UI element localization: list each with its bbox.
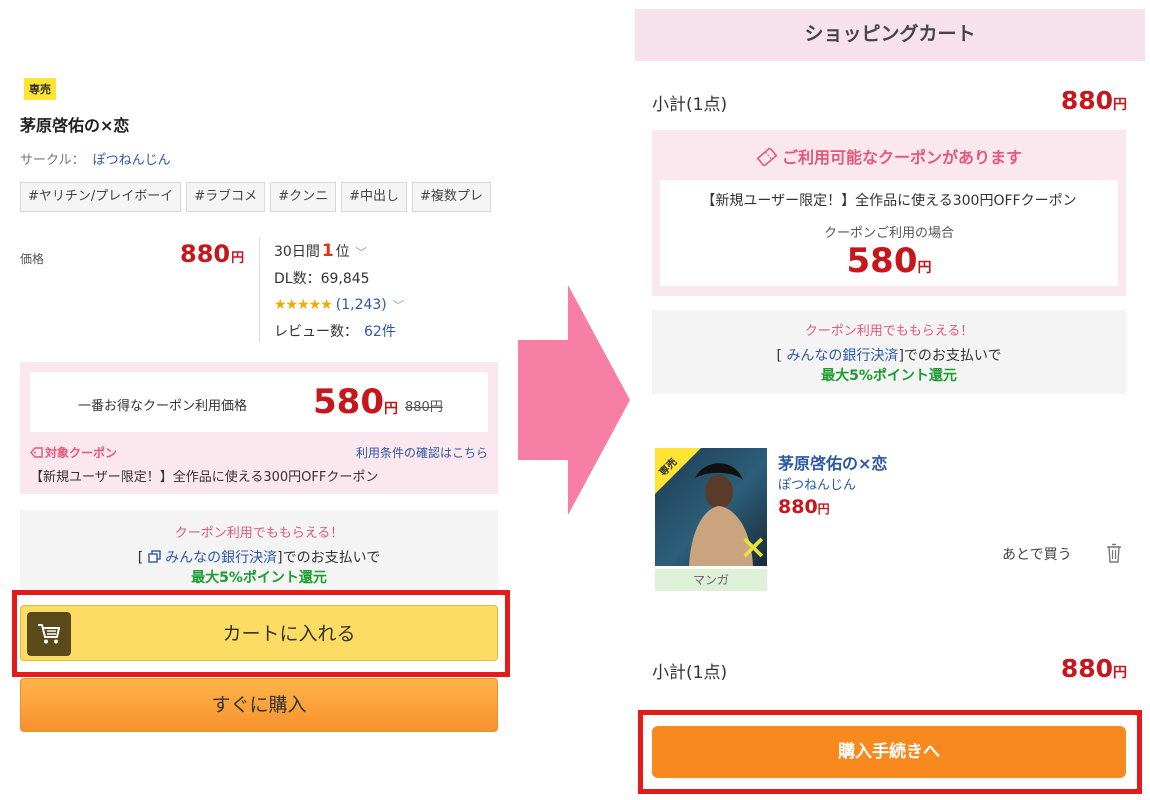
subtotal-label: 小計(1点) — [652, 663, 728, 683]
yen-unit: 円 — [1113, 97, 1127, 113]
target-coupon-text: 対象クーポン — [45, 446, 118, 460]
tag[interactable]: #中出し — [341, 182, 407, 212]
circle-row: サークル： ぽつねんじん — [20, 149, 171, 168]
product-price: 880円 — [180, 240, 244, 268]
coupon-price-value: 580 — [313, 382, 384, 422]
rating[interactable]: ★★★★★ (1,243) ﹀ — [274, 292, 404, 319]
best-coupon-label: 一番お得なクーポン利用価格 — [78, 399, 248, 414]
price-value: 880 — [180, 240, 231, 268]
product-detail-panel: 専売 茅原啓佑の×恋 サークル： ぽつねんじん #ヤリチン/プレイボーイ #ラブコメ… — [0, 0, 520, 800]
point-return-text: 最大5%ポイント還元 — [821, 368, 957, 384]
coupon-description: 【新規ユーザー限定！】全作品に使える300円OFFクーポン — [701, 193, 1077, 209]
coupon-use-label: クーポンご利用の場合 — [823, 226, 954, 241]
item-circle-link[interactable]: ぽつねんじん — [778, 474, 856, 493]
rating-count: (1,243) — [335, 297, 387, 313]
subtotal-label: 小計(1点) — [652, 95, 728, 115]
bracket: [ — [776, 348, 782, 364]
save-for-later-button[interactable]: あとで買う — [1002, 544, 1072, 564]
bank-link[interactable]: みんなの銀行決済 — [786, 348, 898, 364]
coupon-price-value: 580 — [846, 241, 918, 281]
highlight-frame — [638, 710, 1142, 794]
review-count-link[interactable]: 62件 — [364, 324, 396, 340]
rank-prefix: 30日間 — [274, 244, 320, 260]
tag-list: #ヤリチン/プレイボーイ #ラブコメ #クンニ #中出し #複数プレ — [20, 182, 516, 214]
shopping-cart-panel: ショッピングカート 小計(1点) 880円 ご利用可能なクーポンがあります 【新… — [630, 0, 1150, 800]
coupon-price: 580円 — [313, 382, 398, 429]
item-price: 880円 — [778, 496, 830, 518]
chevron-down-icon: ﹀ — [392, 299, 404, 312]
bank-promo-line: クーポン利用でももらえる！ — [804, 324, 974, 339]
star-rating-icon: ★★★★★ — [274, 297, 333, 313]
coupon-tag-icon — [756, 146, 778, 168]
svg-text:×: × — [739, 527, 767, 566]
subtotal-row-bottom: 小計(1点) 880円 — [652, 654, 1127, 684]
coupon-tag-icon — [30, 447, 43, 458]
available-coupon-box: ご利用可能なクーポンがあります 【新規ユーザー限定！】全作品に使える300円OF… — [652, 130, 1126, 296]
external-window-icon — [148, 550, 161, 563]
subtotal-amount: 880円 — [1061, 86, 1127, 115]
bank-payment-line: [ みんなの銀行決済]でのお支払いで — [652, 345, 1126, 365]
bank-payment-suffix: ]でのお支払いで — [277, 550, 381, 566]
subtotal-amount: 880円 — [1061, 654, 1127, 683]
original-price: 880円 — [405, 400, 443, 415]
yen-unit: 円 — [917, 260, 932, 276]
tag[interactable]: #複数プレ — [412, 182, 491, 212]
bank-payment-line: [ みんなの銀行決済]でのお支払いで — [20, 547, 498, 567]
yen-unit: 円 — [231, 251, 245, 266]
subtotal-value: 880 — [1060, 654, 1113, 683]
yen-unit: 円 — [383, 401, 398, 417]
bank-payment-box: クーポン利用でももらえる！ [ みんなの銀行決済]でのお支払いで 最大5%ポイン… — [652, 310, 1126, 394]
product-title: 茅原啓佑の×恋 — [20, 116, 130, 135]
item-cover-image[interactable]: × 専売 — [655, 448, 767, 566]
available-coupon-text: ご利用可能なクーポンがあります — [781, 148, 1022, 167]
bank-link[interactable]: みんなの銀行決済 — [165, 550, 277, 566]
item-price-value: 880 — [778, 496, 818, 518]
coupon-price: 580円 — [660, 241, 1118, 288]
yen-unit: 円 — [817, 502, 830, 516]
bank-payment-suffix: ]でのお支払いで — [898, 348, 1002, 364]
exclusive-badge: 専売 — [24, 78, 56, 100]
ranking[interactable]: 30日間 1 位 ﹀ — [274, 238, 404, 266]
bank-payment-box: クーポン利用でももらえる！ [ みんなの銀行決済]でのお支払いで 最大5%ポイン… — [20, 510, 498, 590]
point-return-text: 最大5%ポイント還元 — [191, 570, 327, 586]
target-coupon-label: 対象クーポン — [30, 444, 117, 461]
available-coupon-title: ご利用可能なクーポンがあります — [652, 144, 1126, 168]
coupon-box: 一番お得なクーポン利用価格 580円 880円 対象クーポン 利用条件の確認はこ… — [20, 362, 498, 494]
review-label: レビュー数： — [274, 324, 358, 340]
circle-link[interactable]: ぽつねんじん — [93, 153, 171, 168]
product-stats: 30日間 1 位 ﹀ DL数：69,845 ★★★★★ (1,243) ﹀ レビュー数： 6… — [259, 238, 404, 342]
subtotal-row: 小計(1点) 880円 — [652, 86, 1127, 116]
yen-unit: 円 — [1113, 665, 1127, 681]
item-title[interactable]: 茅原啓佑の×恋 — [778, 450, 887, 474]
trash-icon[interactable] — [1106, 543, 1122, 563]
tag[interactable]: #ラブコメ — [186, 182, 266, 212]
circle-label: サークル： — [20, 153, 85, 168]
chevron-down-icon: ﹀ — [355, 246, 367, 259]
buy-now-button[interactable]: すぐに購入 — [20, 678, 498, 732]
price-label: 価格 — [20, 252, 45, 266]
rank-suffix: 位 — [335, 244, 350, 260]
tag[interactable]: #ヤリチン/プレイボーイ — [20, 182, 182, 212]
highlight-frame — [12, 590, 510, 677]
bracket: [ — [137, 550, 144, 566]
rank-number: 1 — [321, 241, 334, 261]
coupon-description: 【新規ユーザー限定！】全作品に使える300円OFFクーポン — [30, 470, 379, 485]
review-row: レビュー数： 62件 — [274, 319, 404, 345]
item-category-badge: マンガ — [655, 569, 767, 591]
subtotal-value: 880 — [1060, 86, 1113, 115]
coupon-price-box: 一番お得なクーポン利用価格 580円 880円 — [30, 372, 488, 432]
coupon-card[interactable]: 【新規ユーザー限定！】全作品に使える300円OFFクーポン クーポンご利用の場合… — [660, 180, 1118, 286]
bank-promo-line: クーポン利用でももらえる！ — [174, 526, 344, 541]
arrow-right — [518, 285, 630, 515]
download-count: DL数：69,845 — [274, 271, 370, 287]
terms-link[interactable]: 利用条件の確認はこちら — [356, 444, 488, 461]
cart-header: ショッピングカート — [635, 9, 1145, 61]
tag[interactable]: #クンニ — [270, 182, 337, 212]
